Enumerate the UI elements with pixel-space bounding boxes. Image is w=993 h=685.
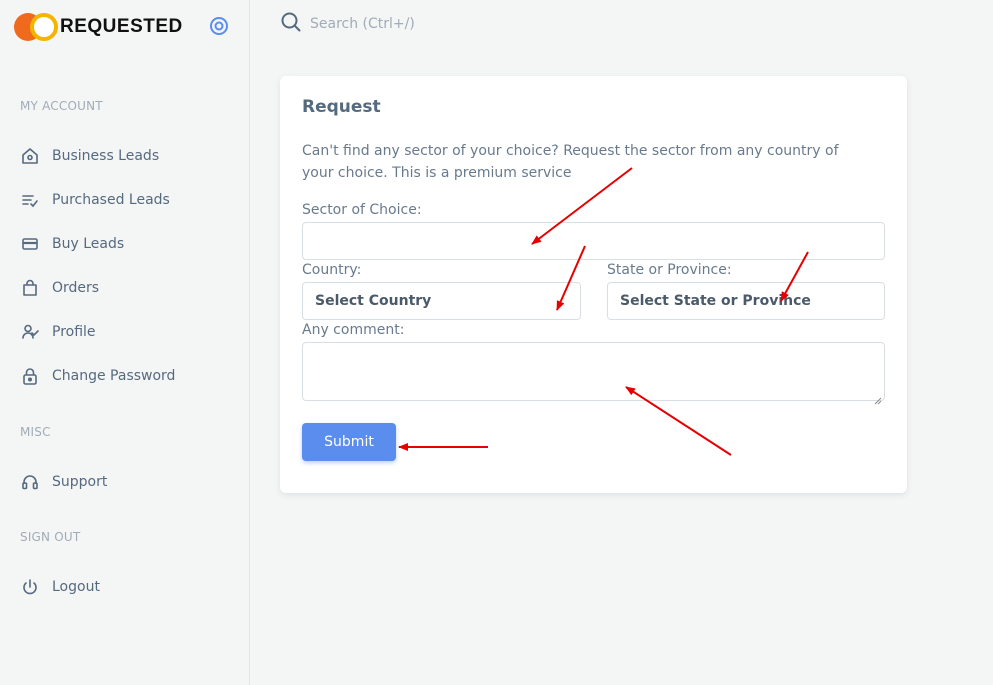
brand-name: REQUESTED bbox=[60, 16, 183, 37]
lock-icon bbox=[20, 366, 40, 386]
request-card: Request Can't find any sector of your ch… bbox=[280, 76, 907, 493]
state-select-value: Select State or Province bbox=[620, 293, 811, 309]
sidebar-item-label: Business Leads bbox=[52, 148, 160, 164]
country-select-value: Select Country bbox=[315, 293, 432, 309]
sidebar-item-label: Orders bbox=[52, 280, 100, 296]
power-icon bbox=[20, 577, 40, 597]
user-check-icon bbox=[20, 322, 40, 342]
sidebar-item-label: Change Password bbox=[52, 368, 176, 384]
home-icon bbox=[20, 146, 40, 166]
section-header-my-account: MY ACCOUNT bbox=[20, 99, 103, 113]
sidebar-item-label: Support bbox=[52, 474, 108, 490]
country-select[interactable]: Select Country bbox=[302, 282, 581, 320]
sidebar-item-business-leads[interactable]: Business Leads bbox=[20, 144, 159, 168]
sidebar-item-orders[interactable]: Orders bbox=[20, 276, 99, 300]
sector-label: Sector of Choice: bbox=[302, 202, 422, 218]
resize-grip-icon[interactable] bbox=[874, 390, 882, 405]
search-input[interactable] bbox=[310, 16, 610, 32]
sidebar-item-support[interactable]: Support bbox=[20, 470, 107, 494]
sidebar-item-change-password[interactable]: Change Password bbox=[20, 364, 175, 388]
logo-mark-icon bbox=[14, 12, 60, 42]
card-title: Request bbox=[302, 97, 381, 117]
playlist-check-icon bbox=[20, 190, 40, 210]
section-header-misc: MISC bbox=[20, 425, 51, 439]
sidebar-item-label: Profile bbox=[52, 324, 96, 340]
sidebar-item-label: Logout bbox=[52, 579, 100, 595]
search-icon[interactable] bbox=[280, 11, 302, 37]
search-bar bbox=[280, 12, 610, 36]
shopping-bag-icon bbox=[20, 278, 40, 298]
credit-card-icon bbox=[20, 234, 40, 254]
country-label: Country: bbox=[302, 262, 362, 278]
sidebar-item-label: Buy Leads bbox=[52, 236, 125, 252]
sector-input[interactable] bbox=[302, 222, 885, 260]
headphones-icon bbox=[20, 472, 40, 492]
sidebar-item-label: Purchased Leads bbox=[52, 192, 170, 208]
card-description: Can't find any sector of your choice? Re… bbox=[302, 143, 839, 181]
sidebar-item-profile[interactable]: Profile bbox=[20, 320, 96, 344]
comment-textarea[interactable] bbox=[302, 342, 885, 405]
state-label: State or Province: bbox=[607, 262, 732, 278]
brand-logo[interactable]: REQUESTED bbox=[14, 12, 183, 42]
sidebar-item-purchased-leads[interactable]: Purchased Leads bbox=[20, 188, 170, 212]
comment-label: Any comment: bbox=[302, 322, 405, 338]
sidebar: REQUESTED MY ACCOUNT Business Leads Purc… bbox=[0, 0, 250, 685]
sidebar-item-buy-leads[interactable]: Buy Leads bbox=[20, 232, 124, 256]
sidebar-item-logout[interactable]: Logout bbox=[20, 575, 100, 599]
sidebar-toggle-icon[interactable] bbox=[209, 16, 229, 36]
section-header-sign-out: SIGN OUT bbox=[20, 530, 81, 544]
submit-button[interactable]: Submit bbox=[302, 423, 396, 461]
state-select[interactable]: Select State or Province bbox=[607, 282, 885, 320]
